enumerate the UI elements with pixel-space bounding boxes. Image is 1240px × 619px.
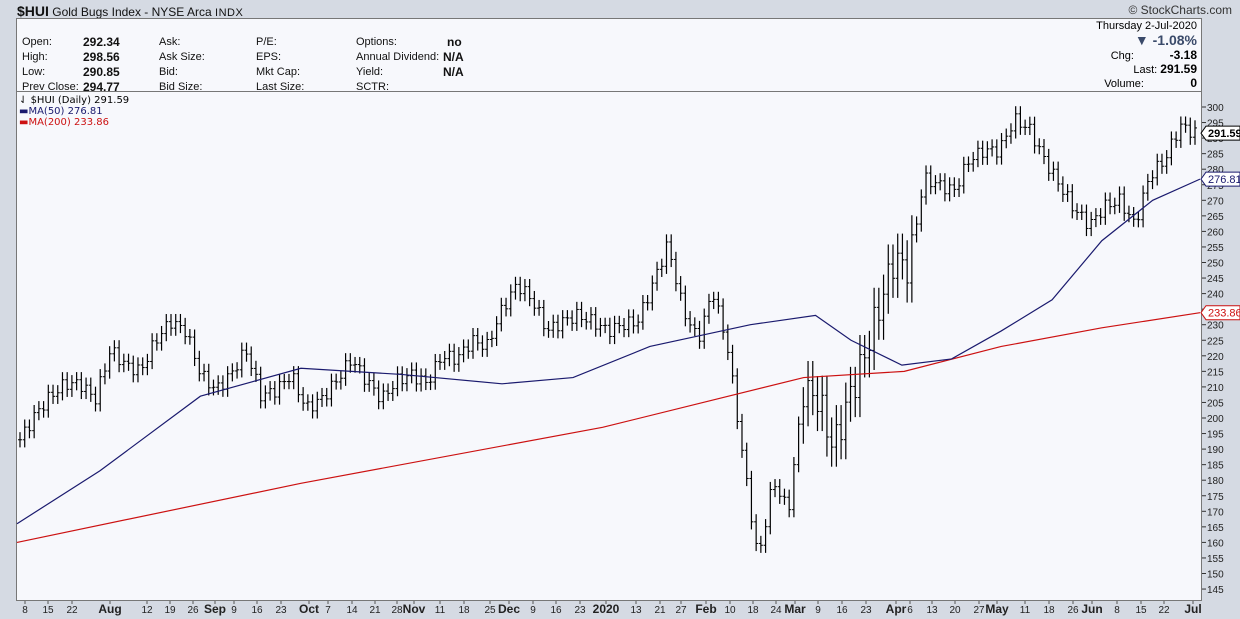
x-tick-label: Jun bbox=[1081, 602, 1102, 616]
x-tick-label: 7 bbox=[325, 605, 331, 616]
y-tick-label: 245 bbox=[1207, 274, 1224, 285]
x-tick-label: 23 bbox=[574, 605, 586, 616]
x-tick-label: 6 bbox=[907, 605, 913, 616]
x-tick-label: 27 bbox=[675, 605, 687, 616]
ma200-tag: 233.86 bbox=[1208, 308, 1240, 320]
y-tick-label: 270 bbox=[1207, 196, 1224, 207]
x-tick-label: 16 bbox=[836, 605, 848, 616]
x-tick-label: 27 bbox=[973, 605, 985, 616]
y-tick-label: 155 bbox=[1207, 554, 1224, 565]
x-tick-label: 8 bbox=[1114, 605, 1120, 616]
x-tick-label: 13 bbox=[926, 605, 938, 616]
legend-ma200-text: MA(200) 233.86 bbox=[28, 117, 109, 128]
x-tick-label: 8 bbox=[22, 605, 28, 616]
x-tick-label: 9 bbox=[815, 605, 821, 616]
x-tick-label: 15 bbox=[1135, 605, 1147, 616]
y-tick-label: 180 bbox=[1207, 476, 1224, 487]
x-tick-label: 22 bbox=[66, 605, 78, 616]
x-tick-label: 9 bbox=[530, 605, 536, 616]
x-tick-label: Aug bbox=[98, 602, 121, 616]
x-tick-label: 22 bbox=[1158, 605, 1170, 616]
y-tick-label: 145 bbox=[1207, 585, 1224, 596]
y-tick-label: 220 bbox=[1207, 352, 1224, 363]
x-tick-label: May bbox=[985, 602, 1009, 616]
x-tick-label: 20 bbox=[949, 605, 961, 616]
x-tick-label: 28 bbox=[391, 605, 403, 616]
x-tick-label: Mar bbox=[784, 602, 806, 616]
y-tick-label: 230 bbox=[1207, 321, 1224, 332]
x-tick-label: 26 bbox=[187, 605, 199, 616]
y-tick-label: 255 bbox=[1207, 243, 1224, 254]
y-tick-label: 175 bbox=[1207, 492, 1224, 503]
legend-price-text: $HUI (Daily) 291.59 bbox=[30, 95, 130, 106]
x-tick-label: Jul bbox=[1184, 602, 1201, 616]
y-tick-label: 185 bbox=[1207, 461, 1224, 472]
x-tick-label: 23 bbox=[860, 605, 872, 616]
x-tick-label: Apr bbox=[886, 602, 907, 616]
x-tick-label: 15 bbox=[42, 605, 54, 616]
x-tick-label: 24 bbox=[770, 605, 782, 616]
legend: ⇃ $HUI (Daily) 291.59 ▬MA(50) 276.81 ▬MA… bbox=[19, 95, 129, 128]
x-tick-label: Oct bbox=[299, 602, 319, 616]
x-tick-label: 18 bbox=[747, 605, 759, 616]
y-tick-label: 300 bbox=[1207, 103, 1224, 114]
x-tick-label: 2020 bbox=[593, 602, 620, 616]
x-tick-label: 16 bbox=[251, 605, 263, 616]
x-tick-label: 16 bbox=[550, 605, 562, 616]
x-tick-label: Nov bbox=[403, 602, 426, 616]
x-tick-label: 23 bbox=[275, 605, 287, 616]
legend-ma50-text: MA(50) 276.81 bbox=[28, 106, 103, 117]
y-tick-label: 195 bbox=[1207, 430, 1224, 441]
y-tick-label: 150 bbox=[1207, 570, 1224, 581]
x-tick-label: 26 bbox=[1067, 605, 1079, 616]
y-tick-label: 265 bbox=[1207, 212, 1224, 223]
y-tick-label: 210 bbox=[1207, 383, 1224, 394]
y-tick-label: 215 bbox=[1207, 367, 1224, 378]
x-tick-label: 11 bbox=[435, 605, 446, 616]
y-tick-label: 160 bbox=[1207, 538, 1224, 549]
x-tick-label: 12 bbox=[141, 605, 153, 616]
legend-price: ⇃ $HUI (Daily) 291.59 bbox=[19, 95, 130, 106]
ma50-tag: 276.81 bbox=[1208, 174, 1240, 186]
x-tick-label: 10 bbox=[724, 605, 736, 616]
x-tick-label: 11 bbox=[1020, 605, 1031, 616]
x-tick-label: 14 bbox=[346, 605, 358, 616]
x-tick-label: 9 bbox=[231, 605, 237, 616]
legend-ma50: ▬MA(50) 276.81 bbox=[19, 106, 103, 117]
chart-svg: 145 150 155 160 165 170 175 180 185 190 195 200 205 2… bbox=[16, 103, 1240, 616]
y-tick-label: 165 bbox=[1207, 523, 1224, 534]
y-tick-label: 190 bbox=[1207, 445, 1224, 456]
x-tick-label: 18 bbox=[1043, 605, 1055, 616]
x-tick-label: 19 bbox=[164, 605, 176, 616]
y-tick-label: 260 bbox=[1207, 227, 1224, 238]
y-tick-label: 285 bbox=[1207, 150, 1224, 161]
x-tick-label: Dec bbox=[498, 602, 520, 616]
x-tick-label: 21 bbox=[654, 605, 666, 616]
x-tick-label: 13 bbox=[630, 605, 642, 616]
x-tick-label: Feb bbox=[695, 602, 716, 616]
y-tick-label: 240 bbox=[1207, 290, 1224, 301]
last-price-tag: 291.59 bbox=[1208, 128, 1240, 140]
x-tick-label: 25 bbox=[484, 605, 496, 616]
y-tick-label: 170 bbox=[1207, 507, 1224, 518]
x-tick-label: 18 bbox=[458, 605, 470, 616]
x-tick-label: 21 bbox=[369, 605, 381, 616]
x-tick-label: Sep bbox=[204, 602, 226, 616]
legend-ma200: ▬MA(200) 233.86 bbox=[19, 117, 109, 128]
y-tick-label: 200 bbox=[1207, 414, 1224, 425]
y-tick-label: 225 bbox=[1207, 336, 1224, 347]
y-tick-label: 205 bbox=[1207, 398, 1224, 409]
y-tick-label: 250 bbox=[1207, 259, 1224, 270]
